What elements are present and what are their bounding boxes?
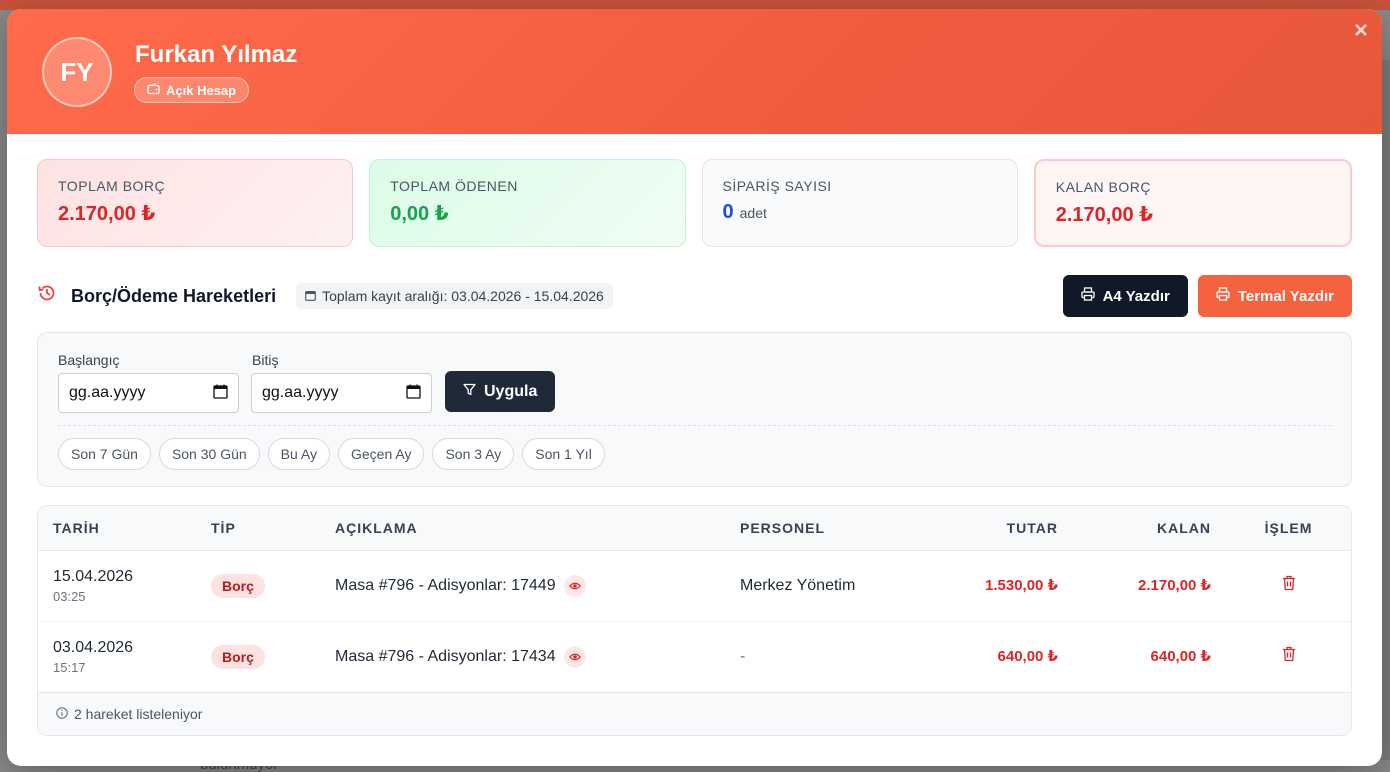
end-date-input[interactable]: gg.aa.yyyy xyxy=(251,373,432,413)
row-amount: 1.530,00 ₺ xyxy=(985,577,1058,594)
row-staff: Merkez Yönetim xyxy=(725,550,893,622)
record-count-text: 2 hareket listeleniyor xyxy=(74,706,203,722)
eye-icon[interactable] xyxy=(563,574,586,597)
order-count-unit: adet xyxy=(739,205,767,221)
total-debt-label: TOPLAM BORÇ xyxy=(58,178,166,194)
record-range-chip: Toplam kayıt aralığı: 03.04.2026 - 15.04… xyxy=(296,283,613,309)
transactions-table: TARİH TİP AÇIKLAMA PERSONEL TUTAR KALAN … xyxy=(37,505,1352,736)
row-action-cell xyxy=(1226,621,1351,693)
column-header-amount: TUTAR xyxy=(893,506,1073,551)
row-staff: - xyxy=(725,621,893,693)
preset-last-month[interactable]: Geçen Ay xyxy=(338,438,425,470)
row-time: 03:25 xyxy=(53,588,86,604)
preset-this-month[interactable]: Bu Ay xyxy=(267,438,330,470)
table-row: 03.04.2026 15:17 Borç Masa #796 - Adisyo… xyxy=(38,621,1351,693)
end-date-label: Bitiş xyxy=(252,352,279,368)
column-header-staff: PERSONEL xyxy=(725,506,893,551)
order-count-label: SİPARİŞ SAYISI xyxy=(722,178,832,194)
total-debt-value: 2.170,00 ₺ xyxy=(58,203,156,225)
apply-filter-button[interactable]: Uygula xyxy=(445,371,556,412)
remaining-debt-value: 2.170,00 ₺ xyxy=(1055,204,1154,226)
calendar-icon[interactable] xyxy=(213,384,228,402)
preset-last-3-months[interactable]: Son 3 Ay xyxy=(432,438,515,470)
row-type-cell: Borç xyxy=(196,621,320,693)
trash-icon[interactable] xyxy=(1282,646,1296,666)
row-remaining: 640,00 ₺ xyxy=(1150,648,1211,665)
eye-icon[interactable] xyxy=(563,645,586,668)
start-date-label: Başlangıç xyxy=(58,352,120,368)
calendar-icon xyxy=(305,288,316,304)
column-header-type: TİP xyxy=(196,506,320,551)
total-paid-value: 0,00 ₺ xyxy=(390,203,449,225)
preset-range-buttons: Son 7 Gün Son 30 Gün Bu Ay Geçen Ay Son … xyxy=(58,438,605,470)
row-date-cell: 15.04.2026 03:25 xyxy=(38,550,196,622)
info-icon xyxy=(56,706,68,722)
row-description-cell: Masa #796 - Adisyonlar: 17434 xyxy=(320,621,725,693)
account-status-badge: Açık Hesap xyxy=(134,77,250,103)
history-icon xyxy=(37,283,57,309)
row-type-cell: Borç xyxy=(196,550,320,622)
customer-account-modal: FY Furkan Yılmaz Açık Hesap × TOPLAM BOR… xyxy=(7,9,1382,766)
end-date-placeholder: gg.aa.yyyy xyxy=(262,384,339,401)
row-remaining: 2.170,00 ₺ xyxy=(1138,577,1211,594)
row-amount: 640,00 ₺ xyxy=(997,648,1058,665)
table-header-row: TARİH TİP AÇIKLAMA PERSONEL TUTAR KALAN … xyxy=(38,506,1351,551)
start-date-placeholder: gg.aa.yyyy xyxy=(69,384,146,401)
total-debt-card: TOPLAM BORÇ 2.170,00 ₺ xyxy=(37,159,354,247)
wallet-icon xyxy=(147,82,160,98)
column-header-date: TARİH xyxy=(38,506,196,551)
row-date: 03.04.2026 xyxy=(53,638,134,656)
total-paid-label: TOPLAM ÖDENEN xyxy=(390,178,518,194)
row-remaining-cell: 2.170,00 ₺ xyxy=(1073,550,1226,622)
section-title: Borç/Ödeme Hareketleri xyxy=(71,285,277,306)
filter-icon xyxy=(463,383,476,401)
print-thermal-button[interactable]: Termal Yazdır xyxy=(1197,275,1352,317)
print-a4-button[interactable]: A4 Yazdır xyxy=(1062,275,1188,317)
record-range-text: Toplam kayıt aralığı: 03.04.2026 - 15.04… xyxy=(322,288,604,304)
order-count-value: 0 xyxy=(722,201,734,223)
avatar: FY xyxy=(42,37,112,107)
row-description: Masa #796 - Adisyonlar: 17449 xyxy=(335,576,556,594)
date-filter-panel: Başlangıç gg.aa.yyyy Bitiş gg.aa.yyyy Uy… xyxy=(37,332,1352,487)
filter-divider xyxy=(58,425,1331,426)
customer-name: Furkan Yılmaz xyxy=(135,41,298,68)
row-amount-cell: 640,00 ₺ xyxy=(893,621,1073,693)
remaining-debt-label: KALAN BORÇ xyxy=(1055,179,1151,195)
apply-filter-label: Uygula xyxy=(484,382,538,400)
column-header-remaining: KALAN xyxy=(1073,506,1226,551)
trash-icon[interactable] xyxy=(1282,575,1296,595)
print-a4-label: A4 Yazdır xyxy=(1102,287,1170,305)
order-count-card: SİPARİŞ SAYISI 0 adet xyxy=(701,159,1018,247)
print-thermal-label: Termal Yazdır xyxy=(1237,287,1334,305)
row-description-cell: Masa #796 - Adisyonlar: 17449 xyxy=(320,550,725,622)
row-time: 15:17 xyxy=(53,659,86,675)
row-remaining-cell: 640,00 ₺ xyxy=(1073,621,1226,693)
table-footer: 2 hareket listeleniyor xyxy=(38,692,1351,735)
row-description: Masa #796 - Adisyonlar: 17434 xyxy=(335,647,556,665)
type-badge: Borç xyxy=(211,573,265,598)
row-action-cell xyxy=(1226,550,1351,622)
row-amount-cell: 1.530,00 ₺ xyxy=(893,550,1073,622)
preset-last-1-year[interactable]: Son 1 Yıl xyxy=(522,438,605,470)
start-date-input[interactable]: gg.aa.yyyy xyxy=(58,373,239,413)
table-row: 15.04.2026 03:25 Borç Masa #796 - Adisyo… xyxy=(38,550,1351,622)
modal-header: FY Furkan Yılmaz Açık Hesap × xyxy=(7,9,1382,134)
column-header-description: AÇIKLAMA xyxy=(320,506,725,551)
row-date-cell: 03.04.2026 15:17 xyxy=(38,621,196,693)
printer-icon xyxy=(1080,287,1095,305)
row-date: 15.04.2026 xyxy=(53,567,134,585)
column-header-action: İŞLEM xyxy=(1226,506,1351,551)
preset-last-7-days[interactable]: Son 7 Gün xyxy=(58,438,151,470)
type-badge: Borç xyxy=(211,644,265,669)
summary-cards: TOPLAM BORÇ 2.170,00 ₺ TOPLAM ÖDENEN 0,0… xyxy=(37,159,1352,247)
preset-last-30-days[interactable]: Son 30 Gün xyxy=(158,438,260,470)
remaining-debt-card: KALAN BORÇ 2.170,00 ₺ xyxy=(1033,159,1352,247)
printer-icon xyxy=(1216,287,1230,305)
order-count-value-row: 0 adet xyxy=(723,201,997,224)
calendar-icon[interactable] xyxy=(406,384,421,402)
account-badge-label: Açık Hesap xyxy=(166,82,237,98)
transactions-section-header: Borç/Ödeme Hareketleri Toplam kayıt aral… xyxy=(37,275,1352,317)
close-button[interactable]: × xyxy=(1354,19,1368,43)
total-paid-card: TOPLAM ÖDENEN 0,00 ₺ xyxy=(369,159,686,247)
